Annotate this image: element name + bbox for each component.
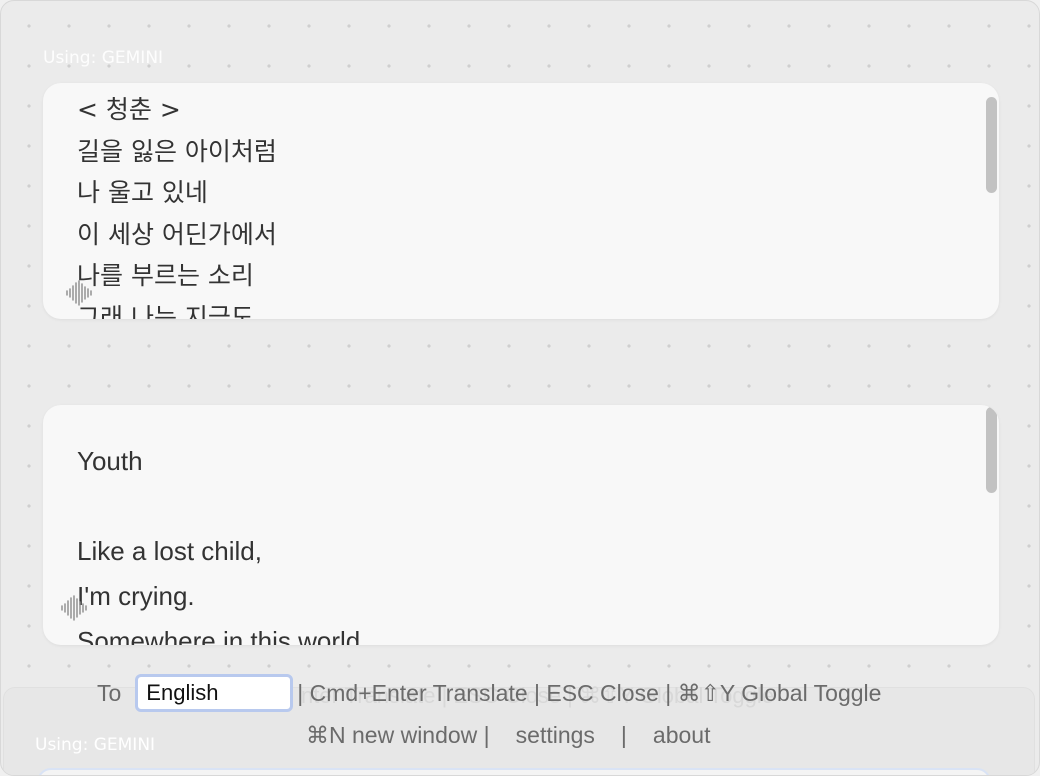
translation-scrollbar[interactable] <box>986 407 997 493</box>
ghost-provider-label: Using: GEMINI <box>35 735 156 755</box>
links-row: ⌘N new window | settings | about <box>306 722 710 749</box>
waveform-icon[interactable] <box>60 595 90 621</box>
waveform-icon[interactable] <box>65 280 95 306</box>
link-separator: | <box>620 722 627 748</box>
settings-link[interactable]: settings <box>516 722 595 749</box>
provider-label: Using: GEMINI <box>43 48 164 68</box>
translator-window: Using: GEMINI < 청춘 > 길을 잃은 아이처럼 나 울고 있네 … <box>0 0 1040 776</box>
translation-text[interactable]: Youth Like a lost child, I'm crying. Som… <box>77 439 959 645</box>
new-window-hint: ⌘N new window | <box>306 722 490 748</box>
shortcut-hint: | Cmd+Enter Translate | ESC Close | ⌘⇧Y … <box>297 679 882 706</box>
source-text-panel[interactable]: < 청춘 > 길을 잃은 아이처럼 나 울고 있네 이 세상 어딘가에서 나를 … <box>43 83 999 319</box>
source-scrollbar[interactable] <box>986 97 997 193</box>
language-row: To | Cmd+Enter Translate | ESC Close | ⌘… <box>97 674 882 712</box>
translation-text-panel[interactable]: Youth Like a lost child, I'm crying. Som… <box>43 405 999 645</box>
target-language-input[interactable] <box>135 674 294 712</box>
about-link[interactable]: about <box>653 722 711 749</box>
source-text[interactable]: < 청춘 > 길을 잃은 아이처럼 나 울고 있네 이 세상 어딘가에서 나를 … <box>77 89 959 319</box>
ghost-text-panel <box>37 768 991 775</box>
to-label: To <box>97 679 122 706</box>
